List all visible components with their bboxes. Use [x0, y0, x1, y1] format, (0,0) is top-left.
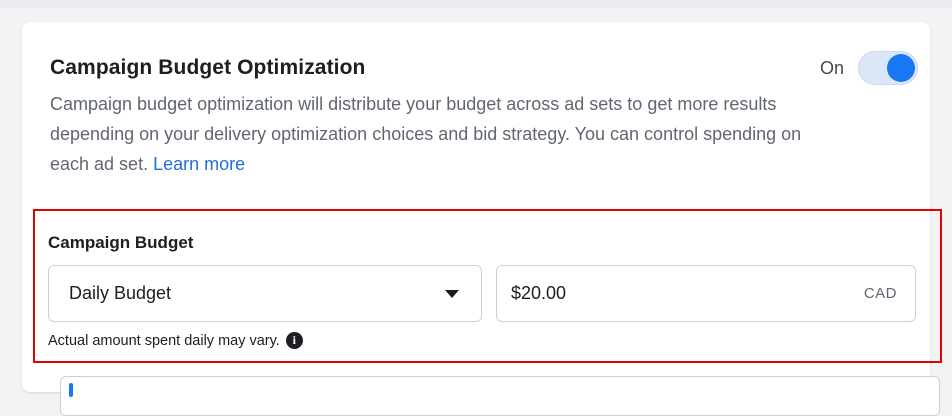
budget-type-value: Daily Budget	[69, 283, 172, 303]
cbo-toggle-group: On	[820, 51, 918, 85]
toggle-knob	[887, 54, 915, 82]
next-section-accent	[69, 383, 73, 397]
cbo-title: Campaign Budget Optimization	[50, 56, 366, 79]
budget-helper-text: Actual amount spent daily may vary.	[48, 332, 280, 349]
budget-helper: Actual amount spent daily may vary. i	[48, 332, 303, 349]
cbo-toggle[interactable]	[858, 51, 918, 85]
campaign-budget-heading: Campaign Budget	[48, 233, 194, 252]
budget-type-select[interactable]: Daily Budget	[48, 265, 482, 322]
learn-more-link[interactable]: Learn more	[153, 154, 245, 174]
campaign-budget-card: Campaign Budget Optimization On Campaign…	[22, 22, 942, 416]
currency-label: CAD	[863, 285, 897, 302]
cbo-toggle-label: On	[819, 57, 844, 78]
budget-amount-input[interactable]	[511, 283, 864, 304]
next-section-row	[60, 376, 940, 416]
top-band	[0, 0, 952, 8]
budget-amount-field[interactable]: CAD	[496, 265, 916, 322]
caret-down-icon	[445, 289, 459, 298]
cbo-description: Campaign budget optimization will distri…	[50, 89, 810, 179]
info-icon[interactable]: i	[285, 332, 303, 349]
